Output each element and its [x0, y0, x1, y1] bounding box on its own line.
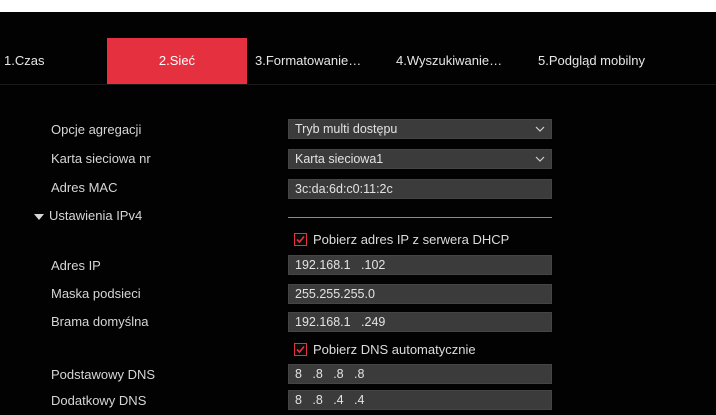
dhcp-checkbox[interactable]: Pobierz adres IP z serwera DHCP: [294, 230, 509, 248]
aggregation-value: Tryb multi dostępu: [295, 122, 398, 136]
tab-mobile-preview[interactable]: 5.Podgląd mobilny: [538, 38, 645, 84]
dns1-value: 8 .8 .8 .8: [295, 367, 365, 381]
auto-dns-checkbox[interactable]: Pobierz DNS automatycznie: [294, 340, 476, 358]
mask-value: 255.255.255.0: [295, 287, 375, 301]
gateway-value: 192.168.1 .249: [295, 315, 386, 329]
tab-network[interactable]: 2.Sieć: [107, 38, 247, 84]
tab-bar: 1.Czas 2.Sieć 3.Formatowanie… 4.Wyszukiw…: [0, 38, 716, 85]
ipv4-section-label: Ustawienia IPv4: [49, 208, 143, 223]
section-divider: [288, 217, 552, 218]
tab-search[interactable]: 4.Wyszukiwanie…: [396, 38, 502, 84]
nic-label: Karta sieciowa nr: [51, 151, 151, 166]
gateway-field[interactable]: 192.168.1 .249: [288, 312, 552, 332]
ipv4-section-toggle[interactable]: Ustawienia IPv4: [34, 208, 142, 223]
triangle-down-icon: [34, 213, 44, 220]
nic-value: Karta sieciowa1: [295, 152, 384, 166]
chevron-down-icon: [535, 126, 545, 132]
mask-label: Maska podsieci: [51, 286, 141, 301]
mask-field[interactable]: 255.255.255.0: [288, 284, 552, 304]
auto-dns-label: Pobierz DNS automatycznie: [313, 341, 476, 357]
checkbox-checked-icon: [294, 232, 307, 246]
tab-formatting[interactable]: 3.Formatowanie…: [255, 38, 361, 84]
dns1-field[interactable]: 8 .8 .8 .8: [288, 364, 552, 384]
mac-value: 3c:da:6d:c0:11:2c: [295, 182, 393, 196]
window-top-bar: [0, 0, 716, 12]
dns2-label: Dodatkowy DNS: [51, 393, 147, 408]
ip-value: 192.168.1 .102: [295, 258, 386, 272]
aggregation-select[interactable]: Tryb multi dostępu: [288, 119, 552, 139]
checkbox-checked-icon: [294, 342, 307, 356]
dns2-value: 8 .8 .4 .4: [295, 393, 365, 407]
dns1-label: Podstawowy DNS: [51, 367, 156, 382]
dhcp-label: Pobierz adres IP z serwera DHCP: [313, 231, 510, 247]
dns2-field[interactable]: 8 .8 .4 .4: [288, 390, 552, 410]
ip-label: Adres IP: [51, 258, 101, 273]
tab-time[interactable]: 1.Czas: [4, 38, 44, 84]
aggregation-label: Opcje agregacji: [51, 122, 142, 137]
gateway-label: Brama domyślna: [51, 314, 149, 329]
chevron-down-icon: [535, 156, 545, 162]
ip-field[interactable]: 192.168.1 .102: [288, 255, 552, 275]
mac-label: Adres MAC: [51, 180, 118, 195]
nic-select[interactable]: Karta sieciowa1: [288, 149, 552, 169]
mac-field: 3c:da:6d:c0:11:2c: [288, 179, 552, 199]
